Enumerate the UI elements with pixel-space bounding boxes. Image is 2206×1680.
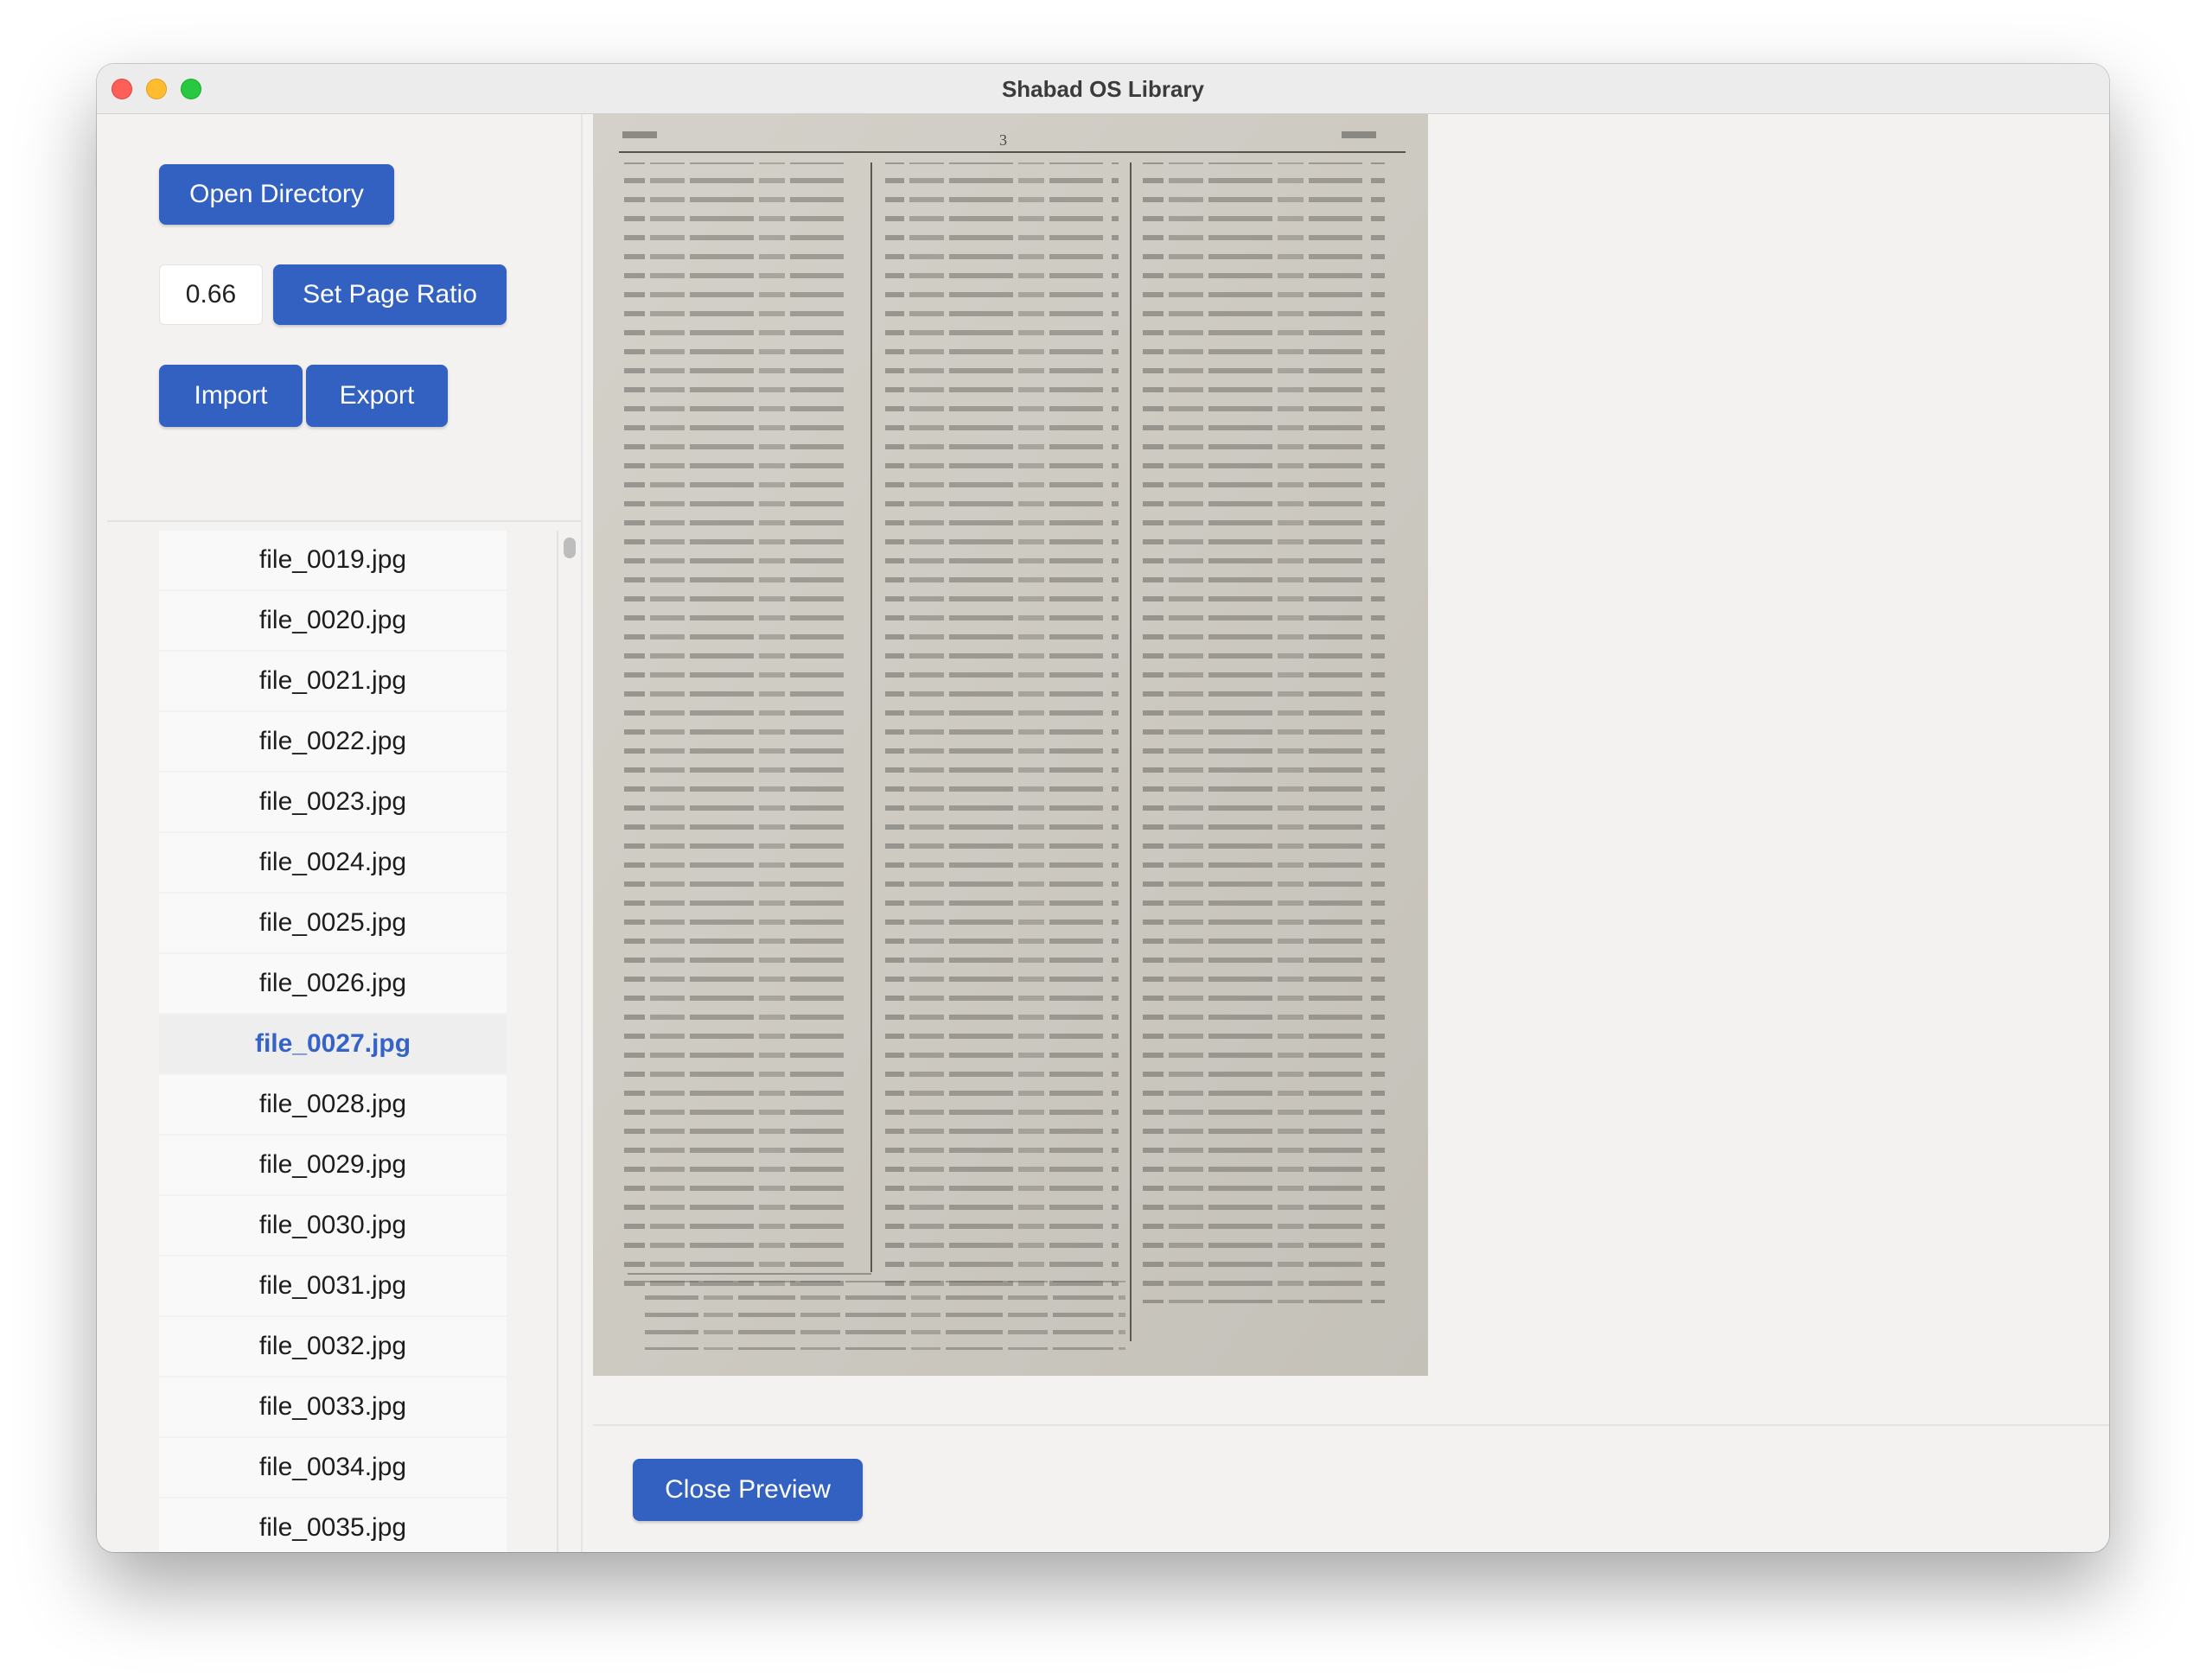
file-list-item[interactable]: file_0026.jpg [159, 954, 507, 1015]
file-list-item[interactable]: file_0035.jpg [159, 1499, 507, 1552]
page-column-2 [885, 162, 1119, 1295]
file-list-item[interactable]: file_0031.jpg [159, 1257, 507, 1317]
export-button[interactable]: Export [306, 365, 448, 427]
sidebar: Open Directory 0.66 Set Page Ratio Impor… [97, 114, 591, 1552]
page-column-1 [624, 162, 849, 1295]
import-button[interactable]: Import [159, 365, 303, 427]
file-list-item[interactable]: file_0021.jpg [159, 652, 507, 712]
file-list-item[interactable]: file_0025.jpg [159, 894, 507, 954]
file-list-item[interactable]: file_0029.jpg [159, 1136, 507, 1196]
page-preview-image: 3 [593, 114, 1428, 1376]
window-title: Shabad OS Library [1001, 76, 1205, 102]
open-directory-button[interactable]: Open Directory [159, 164, 394, 225]
page-ratio-input[interactable]: 0.66 [159, 264, 263, 325]
file-list-item[interactable]: file_0032.jpg [159, 1317, 507, 1378]
file-list-scrollbar[interactable] [557, 531, 579, 1552]
set-page-ratio-button[interactable]: Set Page Ratio [273, 264, 507, 325]
sidebar-divider [107, 520, 591, 522]
page-column-3 [1143, 162, 1385, 1303]
file-list-item[interactable]: file_0022.jpg [159, 712, 507, 773]
preview-divider [593, 1424, 2109, 1426]
file-list-item[interactable]: file_0019.jpg [159, 531, 507, 591]
app-window: Shabad OS Library Open Directory 0.66 Se… [97, 64, 2109, 1552]
file-list-item[interactable]: file_0033.jpg [159, 1378, 507, 1438]
preview-pane: 3 Close Preview [581, 114, 2109, 1552]
file-list[interactable]: file_0019.jpg file_0020.jpg file_0021.jpg f… [159, 531, 507, 1552]
file-list-item[interactable]: file_0023.jpg [159, 773, 507, 833]
file-list-item[interactable]: file_0030.jpg [159, 1196, 507, 1257]
file-list-item[interactable]: file_0034.jpg [159, 1438, 507, 1499]
page-footnotes [645, 1281, 1125, 1350]
close-preview-button[interactable]: Close Preview [633, 1459, 863, 1521]
scrollbar-thumb[interactable] [564, 538, 576, 558]
file-list-item[interactable]: file_0024.jpg [159, 833, 507, 894]
title-bar: Shabad OS Library [97, 64, 2109, 114]
file-list-item[interactable]: file_0027.jpg [159, 1015, 507, 1075]
page-number: 3 [999, 131, 1007, 149]
file-list-item[interactable]: file_0020.jpg [159, 591, 507, 652]
file-list-item[interactable]: file_0028.jpg [159, 1075, 507, 1136]
